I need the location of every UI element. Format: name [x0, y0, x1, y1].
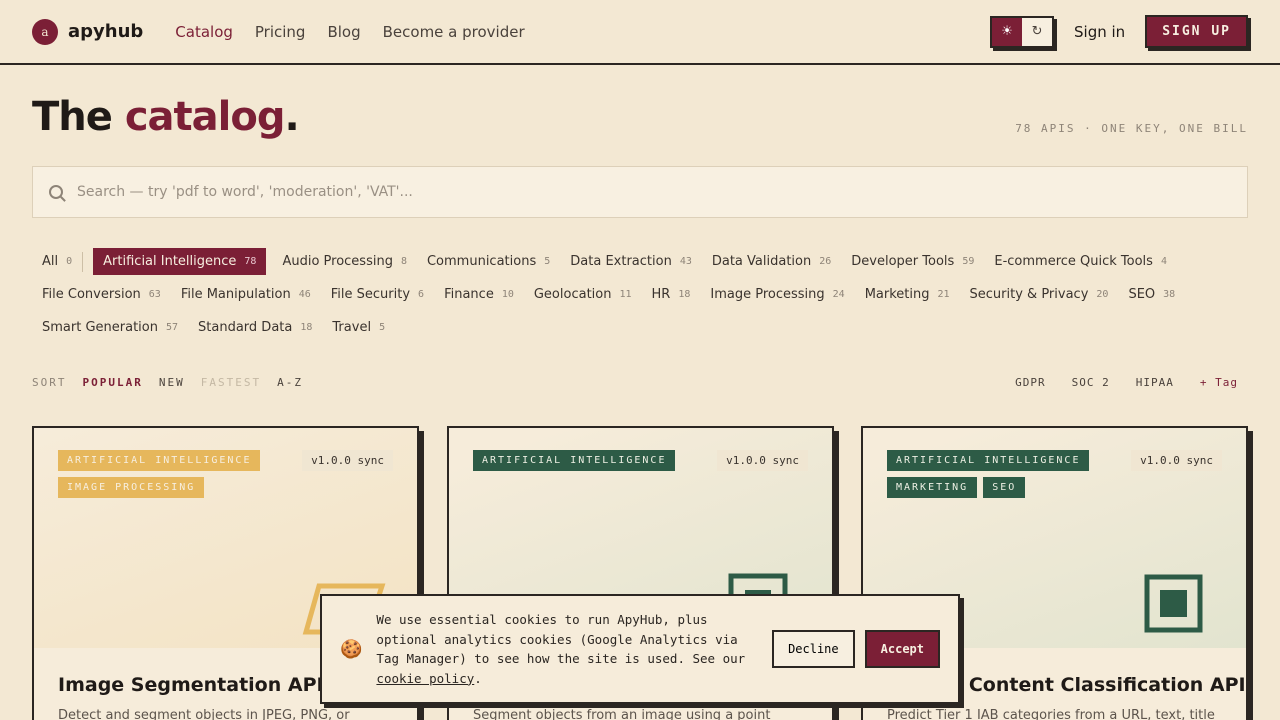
cookie-text: We use essential cookies to run ApyHub, … [376, 612, 746, 666]
sort-fastest[interactable]: FASTEST [201, 376, 261, 389]
tag-soc2[interactable]: SOC 2 [1072, 376, 1110, 389]
sign-up-button[interactable]: SIGN UP [1145, 15, 1248, 48]
filter-chip-ecommerce-quick-tools[interactable]: E-commerce Quick Tools 4 [984, 248, 1177, 275]
theme-toggle[interactable]: ☀ ↻ [990, 15, 1055, 48]
main-nav: Catalog Pricing Blog Become a provider [175, 23, 524, 41]
badge-category[interactable]: MARKETING [887, 477, 978, 498]
search-icon [49, 185, 63, 199]
card-badges: ARTIFICIAL INTELLIGENCE [473, 450, 703, 471]
page-title: The catalog. [32, 94, 300, 140]
filter-chip-data-validation[interactable]: Data Validation 26 [702, 248, 841, 275]
card-title[interactable]: Image Segmentation API [58, 674, 324, 696]
search-input[interactable] [77, 184, 1177, 200]
header-actions: ☀ ↻ Sign in SIGN UP [990, 15, 1248, 48]
filter-chip-hr[interactable]: HR 18 [642, 281, 701, 308]
accept-button[interactable]: Accept [864, 630, 940, 668]
sort-bar: SORT POPULAR NEW FASTEST A-Z [32, 376, 303, 389]
nav-catalog[interactable]: Catalog [175, 23, 233, 41]
decline-button[interactable]: Decline [772, 630, 855, 668]
filter-chip-geolocation[interactable]: Geolocation 11 [524, 281, 642, 308]
nav-become-provider[interactable]: Become a provider [383, 23, 525, 41]
card-description: Predict Tier 1 IAB categories from a URL… [887, 708, 1215, 720]
filter-chip-audio-processing[interactable]: Audio Processing 8 [272, 248, 417, 275]
badge-category[interactable]: ARTIFICIAL INTELLIGENCE [473, 450, 676, 471]
sort-a-z[interactable]: A-Z [277, 376, 303, 389]
filter-chip-communications[interactable]: Communications 5 [417, 248, 560, 275]
cookie-actions: Decline Accept [772, 630, 940, 668]
refresh-icon[interactable]: ↻ [1022, 17, 1053, 46]
cookie-policy-link[interactable]: cookie policy [376, 671, 474, 686]
top-header: a apyhub Catalog Pricing Blog Become a p… [0, 0, 1280, 65]
cookie-text-end: . [474, 670, 482, 686]
filter-row-1: All 0 Artificial Intelligence 78 Audio Pro… [32, 245, 1248, 278]
filter-chip-file-security[interactable]: File Security 6 [321, 281, 434, 308]
version-badge: v1.0.0 sync [1131, 450, 1222, 471]
card-description: Segment objects from an image using a po… [473, 708, 771, 720]
filter-divider [82, 251, 84, 272]
nav-pricing[interactable]: Pricing [255, 23, 306, 41]
card-badges: ARTIFICIAL INTELLIGENCE IMAGE PROCESSING [58, 450, 288, 498]
filter-chip-artificial-intelligence[interactable]: Artificial Intelligence 78 [93, 248, 267, 275]
brand-name[interactable]: apyhub [68, 21, 143, 42]
filter-chip-file-manipulation[interactable]: File Manipulation 46 [171, 281, 321, 308]
search-bar[interactable] [32, 166, 1248, 218]
filter-chip-all[interactable]: All 0 [32, 248, 82, 275]
filter-chip-smart-generation[interactable]: Smart Generation 57 [32, 314, 188, 341]
badge-category[interactable]: ARTIFICIAL INTELLIGENCE [887, 450, 1090, 471]
compliance-tags: GDPR SOC 2 HIPAA + Tag [1015, 376, 1238, 389]
card-description: Detect and segment objects in JPEG, PNG,… [58, 708, 350, 720]
cookie-banner: 🍪 We use essential cookies to run ApyHub… [320, 594, 960, 704]
add-tag-button[interactable]: + Tag [1200, 376, 1238, 389]
version-badge: v1.0.0 sync [302, 450, 393, 471]
catalog-meta: 78 APIS · ONE KEY, ONE BILL [1015, 122, 1248, 135]
badge-category[interactable]: ARTIFICIAL INTELLIGENCE [58, 450, 261, 471]
sign-in-link[interactable]: Sign in [1074, 23, 1125, 41]
title-accent: catalog [124, 94, 286, 140]
filter-chip-finance[interactable]: Finance 10 [434, 281, 524, 308]
category-filters: All 0 Artificial Intelligence 78 Audio Pro… [32, 245, 1248, 344]
sun-icon[interactable]: ☀ [992, 17, 1023, 46]
filter-row-2: File Conversion 63 File Manipulation 46 Fi… [32, 278, 1248, 311]
cookie-icon: 🍪 [340, 638, 363, 660]
sort-label: SORT [32, 376, 67, 389]
card-badges: ARTIFICIAL INTELLIGENCE MARKETING SEO [887, 450, 1117, 498]
filter-chip-image-processing[interactable]: Image Processing 24 [700, 281, 854, 308]
filter-chip-developer-tools[interactable]: Developer Tools 59 [841, 248, 984, 275]
badge-category[interactable]: SEO [983, 477, 1026, 498]
tag-hipaa[interactable]: HIPAA [1136, 376, 1174, 389]
nav-blog[interactable]: Blog [327, 23, 360, 41]
cookie-message: We use essential cookies to run ApyHub, … [376, 610, 766, 688]
sort-new[interactable]: NEW [159, 376, 185, 389]
logo-icon[interactable]: a [32, 18, 58, 45]
filter-chip-data-extraction[interactable]: Data Extraction 43 [560, 248, 702, 275]
filter-chip-file-conversion[interactable]: File Conversion 63 [32, 281, 171, 308]
tag-gdpr[interactable]: GDPR [1015, 376, 1046, 389]
filter-chip-travel[interactable]: Travel 5 [322, 314, 395, 341]
sort-popular[interactable]: POPULAR [83, 376, 143, 389]
badge-category[interactable]: IMAGE PROCESSING [58, 477, 205, 498]
filter-chip-seo[interactable]: SEO 38 [1118, 281, 1185, 308]
filter-chip-marketing[interactable]: Marketing 21 [855, 281, 960, 308]
card-title[interactable]: 1 Content Classification API [949, 674, 1246, 696]
filter-chip-standard-data[interactable]: Standard Data 18 [188, 314, 322, 341]
filter-row-3: Smart Generation 57 Standard Data 18 Trave… [32, 311, 1248, 344]
version-badge: v1.0.0 sync [717, 450, 808, 471]
title-end: . [284, 94, 299, 140]
title-start: The [32, 94, 113, 140]
filter-chip-security-privacy[interactable]: Security & Privacy 20 [960, 281, 1119, 308]
